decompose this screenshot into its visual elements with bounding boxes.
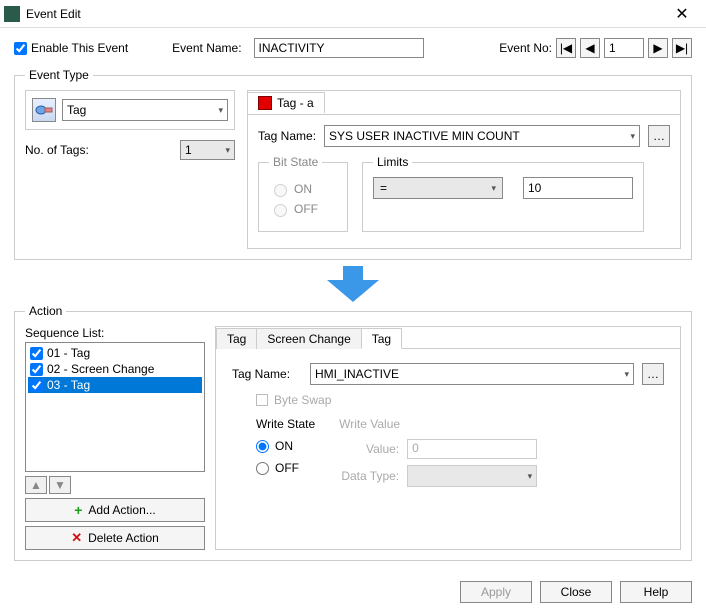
tag-name-label: Tag Name:: [258, 129, 316, 143]
close-icon[interactable]: ✕: [662, 4, 702, 24]
seq-checkbox[interactable]: [30, 363, 43, 376]
chevron-down-icon: ▾: [528, 471, 533, 482]
add-action-button[interactable]: + Add Action...: [25, 498, 205, 522]
last-button[interactable]: ▶|: [672, 38, 692, 58]
event-no-input[interactable]: [604, 38, 644, 58]
no-of-tags-label: No. of Tags:: [25, 143, 89, 157]
tag-name-select[interactable]: SYS USER INACTIVE MIN COUNT ▾: [324, 125, 640, 147]
action-tab-tag-1[interactable]: Tag: [216, 328, 257, 349]
byte-swap-checkbox: Byte Swap: [256, 393, 664, 407]
enable-this-event-checkbox[interactable]: Enable This Event: [14, 41, 128, 55]
add-action-label: Add Action...: [88, 503, 155, 517]
seq-item-label: 03 - Tag: [47, 378, 90, 392]
limits-group: Limits = ▾: [362, 155, 644, 232]
chevron-down-icon: ▾: [491, 183, 496, 194]
tag-icon: [32, 98, 56, 122]
first-button[interactable]: |◀: [556, 38, 576, 58]
enable-label: Enable This Event: [31, 41, 128, 55]
next-button[interactable]: ▶: [648, 38, 668, 58]
bitstate-legend: Bit State: [269, 155, 322, 169]
action-tagname-value: HMI_INACTIVE: [315, 367, 399, 381]
event-type-group: Event Type Tag ▾ No. of Tags: 1 ▾: [14, 68, 692, 260]
write-state-off-radio[interactable]: OFF: [256, 461, 315, 475]
seq-checkbox[interactable]: [30, 379, 43, 392]
write-value-title: Write Value: [339, 417, 537, 431]
action-group: Action Sequence List: 01 - Tag 02 - Scre…: [14, 304, 692, 561]
seq-item-label: 02 - Screen Change: [47, 362, 154, 376]
action-tag-browse-button[interactable]: …: [642, 363, 664, 385]
tag-a-label: Tag - a: [277, 96, 314, 110]
event-type-select[interactable]: Tag ▾: [62, 99, 228, 121]
move-down-button[interactable]: ▼: [49, 476, 71, 494]
chevron-down-icon: ▾: [624, 369, 629, 380]
titlebar: Event Edit ✕: [0, 0, 706, 28]
chevron-down-icon: ▾: [225, 145, 230, 156]
app-icon: [4, 6, 20, 22]
event-no-label: Event No:: [499, 41, 552, 55]
datatype-label: Data Type:: [339, 469, 399, 483]
delete-action-label: Delete Action: [88, 531, 159, 545]
event-type-legend: Event Type: [25, 68, 93, 82]
chevron-down-icon: ▾: [630, 131, 635, 142]
tag-name-value: SYS USER INACTIVE MIN COUNT: [329, 129, 520, 143]
limits-legend: Limits: [373, 155, 412, 169]
move-up-button[interactable]: ▲: [25, 476, 47, 494]
seq-checkbox[interactable]: [30, 347, 43, 360]
apply-button[interactable]: Apply: [460, 581, 532, 603]
event-type-value: Tag: [67, 103, 86, 117]
sequence-item[interactable]: 02 - Screen Change: [28, 361, 202, 377]
help-button[interactable]: Help: [620, 581, 692, 603]
limits-value-input[interactable]: [523, 177, 633, 199]
red-swatch-icon: [258, 96, 272, 110]
tag-browse-button[interactable]: …: [648, 125, 670, 147]
action-tab-screen-change[interactable]: Screen Change: [256, 328, 361, 349]
event-type-selector: Tag ▾: [25, 90, 235, 130]
write-state-on-radio[interactable]: ON: [256, 439, 315, 453]
bit-state-group: Bit State ON OFF: [258, 155, 348, 232]
sequence-item[interactable]: 03 - Tag: [28, 377, 202, 393]
seq-item-label: 01 - Tag: [47, 346, 90, 360]
byte-swap-label: Byte Swap: [274, 393, 331, 407]
event-name-label: Event Name:: [172, 41, 241, 55]
write-state-title: Write State: [256, 417, 315, 431]
write-value-input: 0: [407, 439, 537, 459]
no-of-tags-value: 1: [185, 143, 192, 157]
sequence-list[interactable]: 01 - Tag 02 - Screen Change 03 - Tag: [25, 342, 205, 472]
bitstate-on-radio: ON: [269, 181, 337, 197]
value-label: Value:: [339, 442, 399, 456]
x-icon: ✕: [71, 530, 82, 546]
window-title: Event Edit: [26, 7, 662, 21]
limits-operator-select[interactable]: = ▾: [373, 177, 503, 199]
datatype-select: ▾: [407, 465, 537, 487]
action-legend: Action: [25, 304, 66, 318]
limits-operator: =: [380, 181, 387, 195]
action-tagname-select[interactable]: HMI_INACTIVE ▾: [310, 363, 634, 385]
plus-icon: +: [74, 502, 82, 518]
no-of-tags-select[interactable]: 1 ▾: [180, 140, 235, 160]
delete-action-button[interactable]: ✕ Delete Action: [25, 526, 205, 550]
close-button[interactable]: Close: [540, 581, 612, 603]
action-tab-tag-2[interactable]: Tag: [361, 328, 402, 349]
tag-a-tab[interactable]: Tag - a: [247, 92, 325, 113]
byte-swap-box: [256, 394, 268, 406]
action-tagname-label: Tag Name:: [232, 367, 302, 381]
enable-checkbox-input[interactable]: [14, 42, 27, 55]
flow-arrow-icon: [14, 266, 692, 302]
event-name-input[interactable]: [254, 38, 424, 58]
chevron-down-icon: ▾: [218, 105, 223, 116]
sequence-item[interactable]: 01 - Tag: [28, 345, 202, 361]
bitstate-off-radio: OFF: [269, 201, 337, 217]
sequence-list-label: Sequence List:: [25, 326, 205, 340]
prev-button[interactable]: ◀: [580, 38, 600, 58]
